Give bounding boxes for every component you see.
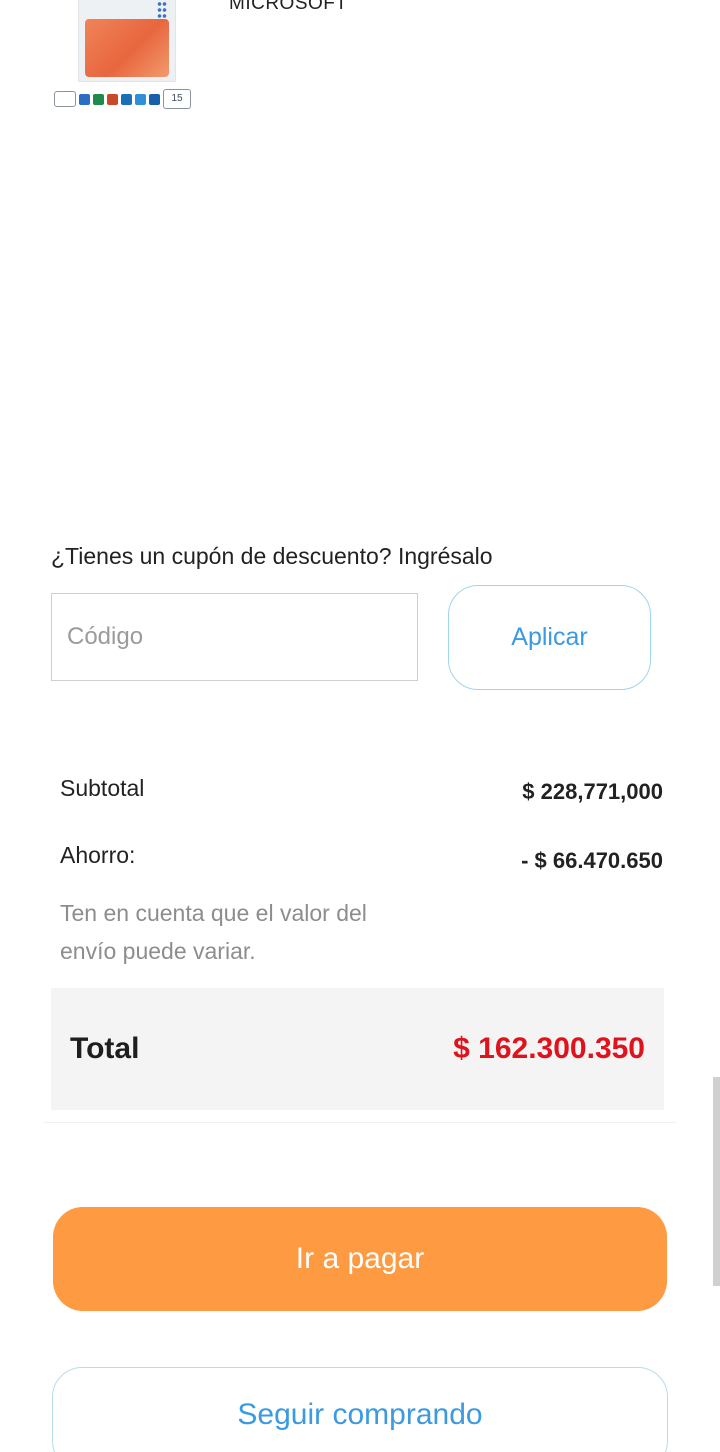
- savings-value: - $ 66.470.650: [521, 848, 663, 873]
- section-divider: [44, 1122, 676, 1123]
- defender-app-icon: [149, 93, 160, 105]
- product-box-art: [78, 0, 176, 82]
- outlook-app-icon: [121, 93, 132, 105]
- word-app-icon: [79, 93, 90, 105]
- included-apps-strip: 15: [54, 88, 204, 110]
- savings-label: Ahorro:: [60, 842, 136, 868]
- page-scrollbar[interactable]: [713, 1077, 720, 1286]
- checkout-button[interactable]: Ir a pagar: [53, 1207, 667, 1311]
- shipping-note: Ten en cuenta que el valor del envío pue…: [60, 900, 367, 964]
- total-label: Total: [70, 1032, 140, 1065]
- product-brand: MICROSOFT: [229, 0, 348, 14]
- coupon-code-input[interactable]: [51, 593, 418, 681]
- product-image[interactable]: 15: [50, 0, 205, 115]
- user-count-icon: [54, 91, 76, 107]
- coupon-prompt: ¿Tienes un cupón de descuento? Ingrésalo: [51, 543, 493, 569]
- cart-summary-page: 15 MICROSOFT ¿Tienes un cupón de descuen…: [0, 0, 720, 1452]
- total-panel: Total $ 162.300.350: [51, 988, 664, 1110]
- box-orange-artwork: [85, 19, 169, 77]
- powerpoint-app-icon: [107, 93, 118, 105]
- box-badge: 15: [163, 89, 191, 109]
- box-dots-decoration: [157, 1, 167, 19]
- total-value: $ 162.300.350: [453, 1032, 645, 1065]
- subtotal-label: Subtotal: [60, 775, 145, 801]
- subtotal-value: $ 228,771,000: [522, 779, 663, 804]
- onedrive-app-icon: [135, 93, 146, 105]
- continue-shopping-button[interactable]: Seguir comprando: [52, 1367, 668, 1452]
- apply-coupon-button[interactable]: Aplicar: [448, 585, 651, 690]
- excel-app-icon: [93, 93, 104, 105]
